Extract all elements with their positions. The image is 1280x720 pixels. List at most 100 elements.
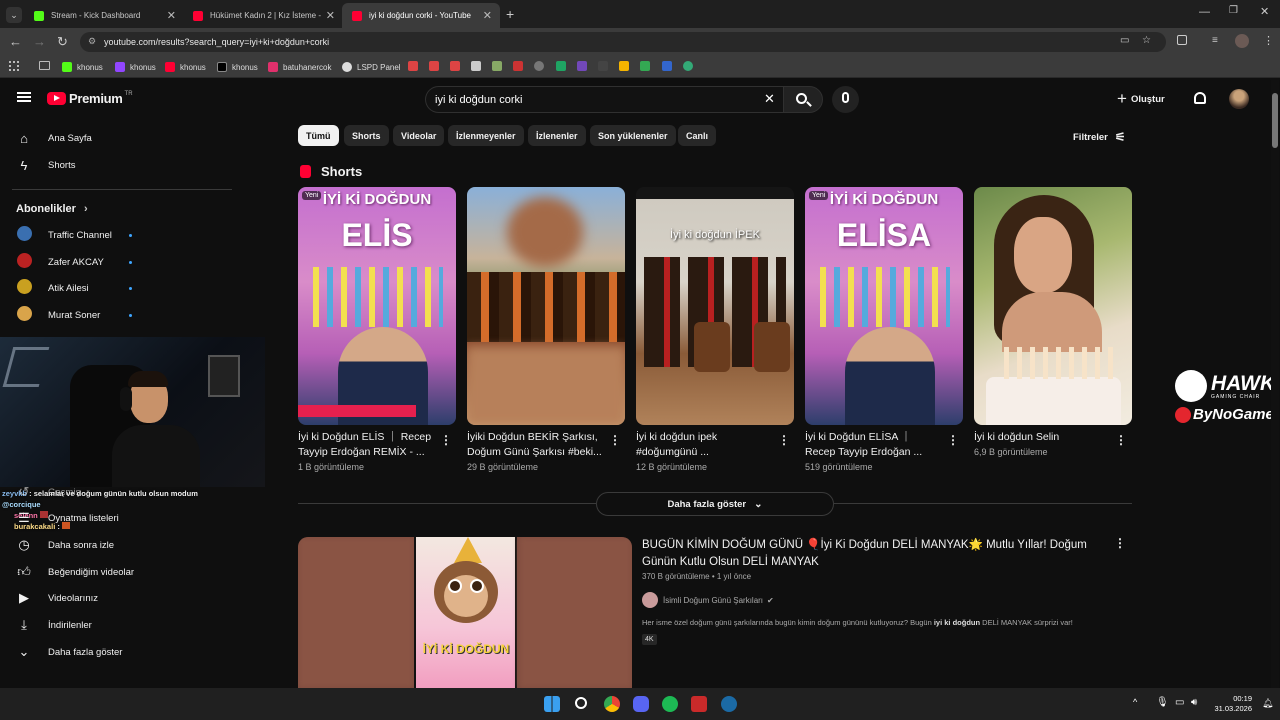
site-info-icon[interactable]: ⚙ — [88, 36, 96, 47]
app-icon[interactable] — [598, 61, 608, 71]
close-tab-icon[interactable]: ✕ — [483, 9, 492, 22]
youtube-logo[interactable]: Premium TR — [47, 91, 133, 106]
steam-icon[interactable] — [721, 696, 737, 712]
sidebar-item-home[interactable]: ⌂ Ana Sayfa — [16, 125, 92, 151]
sidebar-item-playlists[interactable]: ☰ Oynatma listeleri — [16, 505, 119, 531]
search-button[interactable] — [783, 86, 823, 113]
drive-icon[interactable] — [640, 61, 650, 71]
scrollbar-thumb[interactable] — [1272, 93, 1278, 148]
app-icon[interactable] — [534, 61, 544, 71]
tab-search-button[interactable]: ⌄ — [6, 7, 22, 23]
system-tray-chevron-icon[interactable]: ^ — [1133, 697, 1137, 707]
game-icon[interactable] — [492, 61, 502, 71]
short-thumbnail[interactable]: İyi ki doğdun İPEK — [636, 187, 794, 425]
mic-tray-icon[interactable]: 🎙︎ — [1156, 697, 1169, 708]
more-options-icon[interactable]: ⋮ — [440, 433, 452, 447]
apps-icon[interactable] — [9, 61, 19, 71]
sidebar-item-watch-later[interactable]: ◷ Daha sonra izle — [16, 532, 114, 558]
sidebar-item-shorts[interactable]: ϟ Shorts — [16, 152, 76, 178]
sidebar-item-atik-ailesi[interactable]: Atik Ailesi — [16, 275, 89, 301]
forward-icon[interactable]: → — [33, 35, 46, 49]
bookmark-star-icon[interactable]: ☆ — [1142, 35, 1151, 46]
chip-all[interactable]: Tümü — [298, 125, 339, 146]
gmail-icon[interactable] — [408, 61, 418, 71]
windows-start-icon[interactable] — [544, 696, 560, 712]
bookmark-batuhanercok[interactable]: batuhanercok — [268, 60, 331, 74]
video-title[interactable]: BUGÜN KİMİN DOĞUM GÜNÜ 🎈İyi Ki Doğdun DE… — [642, 537, 1102, 571]
browser-tab-hukumet[interactable]: Hükümet Kadın 2 | Kız İsteme - ✕ — [183, 3, 343, 28]
browser-menu-icon[interactable]: ⋮ — [1263, 34, 1274, 47]
browser-tab-kick[interactable]: Stream - Kick Dashboard ✕ — [24, 3, 184, 28]
short-title[interactable]: İyi ki doğdun Selin — [974, 430, 1109, 445]
more-options-icon[interactable]: ⋮ — [947, 433, 959, 447]
address-bar[interactable]: ⚙ youtube.com/results?search_query=iyi+k… — [80, 32, 1166, 52]
bookmark-khonus-youtube[interactable]: khonus — [165, 60, 206, 74]
folder-icon[interactable] — [39, 61, 50, 70]
short-title[interactable]: İyiki Doğdun BEKİR Şarkısı, Doğum Günü Ş… — [467, 430, 602, 459]
short-title[interactable]: İyi ki doğdun ipek #doğumgünü ... — [636, 430, 771, 459]
bookmark-khonus-twitch[interactable]: khonus — [115, 60, 156, 74]
new-tab-icon[interactable]: + — [506, 6, 514, 22]
restore-icon[interactable]: ❐ — [1229, 5, 1238, 16]
sheets-icon[interactable] — [556, 61, 566, 71]
sidebar-item-traffic-channel[interactable]: Traffic Channel — [16, 222, 112, 248]
more-options-icon[interactable]: ⋮ — [609, 433, 621, 447]
reload-icon[interactable]: ↻ — [57, 35, 68, 49]
hamburger-menu-icon[interactable] — [17, 92, 31, 102]
reading-list-icon[interactable]: ≡ — [1212, 35, 1218, 46]
doc-icon[interactable] — [471, 61, 481, 71]
more-options-icon[interactable]: ⋮ — [778, 433, 790, 447]
app-icon[interactable] — [513, 61, 523, 71]
bookmark-lspd-panel[interactable]: LSPD Panel — [342, 60, 401, 74]
chip-videos[interactable]: Videolar — [393, 125, 445, 146]
gmail-icon[interactable] — [429, 61, 439, 71]
notification-bell-icon[interactable]: 🔔︎ — [1262, 698, 1273, 709]
more-options-icon[interactable]: ⋮ — [1114, 536, 1126, 550]
bookmark-khonus-kick[interactable]: khonus — [62, 60, 103, 74]
spotify-icon[interactable] — [662, 696, 678, 712]
chip-unwatched[interactable]: İzlenmeyenler — [448, 125, 524, 146]
sidebar-item-history[interactable]: ↺ Geçmiş — [16, 479, 81, 505]
minimize-icon[interactable]: — — [1199, 6, 1210, 18]
clear-search-icon[interactable]: ✕ — [764, 91, 775, 107]
chrome-icon[interactable] — [604, 696, 620, 712]
short-title[interactable]: İyi ki Doğdun ELİSA ｜ Recep Tayyip Erdoğ… — [805, 430, 940, 459]
sidebar-item-murat-soner[interactable]: Murat Soner — [16, 302, 100, 328]
show-more-button[interactable]: Daha fazla göster ⌄ — [596, 492, 834, 516]
account-avatar[interactable] — [1229, 89, 1249, 109]
sidebar-item-downloads[interactable]: ⤓ İndirilenler — [16, 612, 92, 638]
keep-icon[interactable] — [619, 61, 629, 71]
gmail-icon[interactable] — [450, 61, 460, 71]
channel-link[interactable]: İsimli Doğum Günü Şarkıları ✔ — [642, 592, 774, 608]
more-options-icon[interactable]: ⋮ — [1115, 433, 1127, 447]
chip-recently-uploaded[interactable]: Son yüklenenler — [590, 125, 676, 146]
chip-live[interactable]: Canlı — [678, 125, 717, 146]
close-window-icon[interactable]: ✕ — [1260, 5, 1269, 18]
app-icon[interactable] — [691, 696, 707, 712]
sidebar-item-zafer-akcay[interactable]: Zafer AKCAY — [16, 249, 104, 275]
sidebar-item-show-more[interactable]: ⌄ Daha fazla göster — [16, 639, 123, 665]
chip-watched[interactable]: İzlenenler — [528, 125, 586, 146]
sidebar-item-liked-videos[interactable]: 👍︎ Beğendiğim videolar — [16, 559, 134, 585]
cast-icon[interactable]: ▭ — [1120, 35, 1129, 46]
filters-button[interactable]: Filtreler ⚟ — [1073, 130, 1126, 144]
subscriptions-heading[interactable]: Abonelikler › — [16, 203, 88, 215]
close-tab-icon[interactable]: ✕ — [326, 9, 335, 22]
voice-search-button[interactable] — [832, 86, 859, 113]
profile-avatar[interactable] — [1235, 34, 1249, 48]
taskbar-search-icon[interactable] — [575, 697, 587, 709]
bookmark-khonus-x[interactable]: khonus — [217, 60, 258, 74]
search-input[interactable]: iyi ki doğdun corki — [425, 86, 783, 113]
browser-tab-youtube[interactable]: iyi ki doğdun corki - YouTube ✕ — [342, 3, 500, 28]
notifications-bell-icon[interactable] — [1194, 92, 1206, 104]
short-thumbnail[interactable]: Yeni İYİ Kİ DOĞDUN ELİS — [298, 187, 456, 425]
chip-shorts[interactable]: Shorts — [344, 125, 389, 146]
volume-icon[interactable]: 🔊︎ — [1191, 697, 1197, 708]
clock[interactable]: 00:19 31.03.2026 — [1210, 694, 1252, 714]
discord-icon[interactable] — [633, 696, 649, 712]
short-thumbnail[interactable]: Yeni İYİ Kİ DOĞDUN ELİSA — [805, 187, 963, 425]
forms-icon[interactable] — [577, 61, 587, 71]
sidebar-item-your-videos[interactable]: ▶ Videolarınız — [16, 585, 98, 611]
short-thumbnail[interactable] — [974, 187, 1132, 425]
extensions-icon[interactable] — [1177, 35, 1187, 45]
